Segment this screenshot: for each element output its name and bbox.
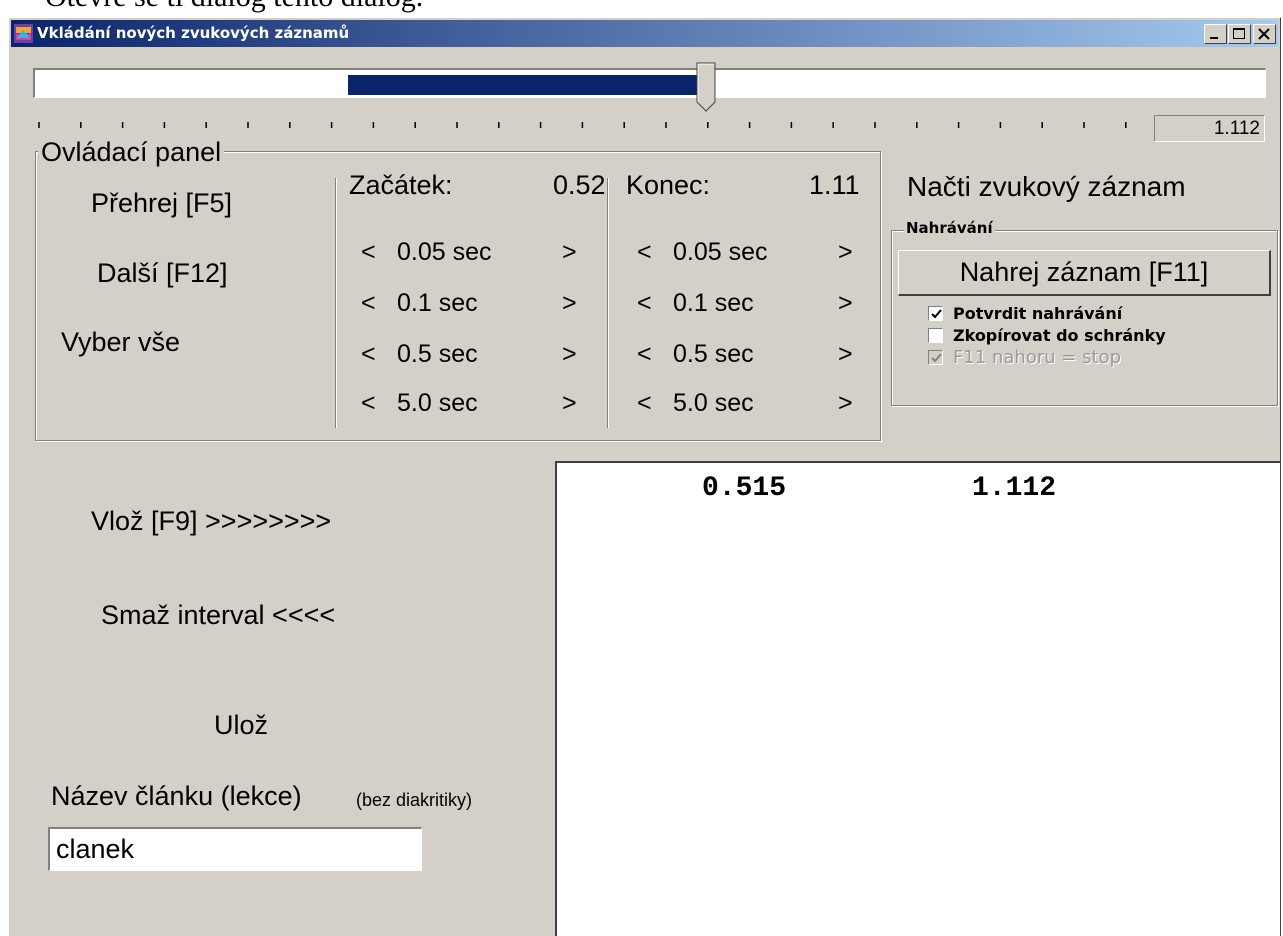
end-step-0.05-label: 0.05 sec [673,238,768,266]
intervals-output[interactable]: 0.515 1.112 [555,461,1280,936]
dialog-window: Vkládání nových zvukových záznamů 1.112 … [8,17,1281,936]
minimize-icon [1210,37,1218,39]
app-icon [14,24,33,43]
end-step-0.1-label: 0.1 sec [673,289,754,317]
checkbox-box[interactable] [928,328,943,343]
start-decrease-0.5[interactable]: < [361,340,376,369]
load-audio-button[interactable]: Načti zvukový záznam [907,171,1186,203]
end-decrease-0.05[interactable]: < [637,238,652,267]
start-value: 0.52 [553,170,606,200]
f11-up-stop-label: F11 nahoru = stop [953,347,1122,368]
panel-divider-right [607,178,609,428]
confirm-recording-label: Potvrdit nahrávání [953,304,1123,323]
checkmark-icon [931,309,942,319]
delete-interval-button[interactable]: Smaž interval <<<< [101,600,335,631]
start-step-0.5-label: 0.5 sec [397,340,478,368]
start-decrease-5.0[interactable]: < [361,389,376,418]
end-increase-0.05[interactable]: > [838,238,853,267]
article-name-input[interactable] [48,827,422,871]
end-value: 1.11 [809,170,860,200]
checkmark-icon [931,353,942,363]
audio-position-slider[interactable] [33,68,1266,98]
title-bar[interactable]: Vkládání nových zvukových záznamů [11,20,1278,47]
selected-interval [348,75,708,95]
record-button[interactable]: Nahrej záznam [F11] [898,250,1271,296]
maximize-button[interactable] [1228,24,1251,44]
next-button[interactable]: Další [F12] [97,258,228,289]
interval-start-value: 0.515 [702,473,787,504]
slider-thumb[interactable] [695,62,717,112]
copy-to-clipboard-label: Zkopírovat do schránky [953,326,1166,345]
start-increase-0.05[interactable]: > [562,238,577,267]
recording-legend: Nahrávání [904,219,995,237]
slider-ticks [38,122,1127,128]
checkbox-box [928,350,943,365]
article-name-label: Název článku (lekce) [51,781,302,811]
insert-button[interactable]: Vlož [F9] >>>>>>>> [91,506,331,537]
interval-end-value: 1.112 [972,473,1057,504]
start-label: Začátek: [349,170,453,200]
document-text: Otevře se ti dialog tento dialog. [45,0,423,14]
start-increase-0.1[interactable]: > [562,289,577,318]
maximize-icon [1233,28,1245,39]
end-label: Konec: [626,170,711,200]
end-increase-5.0[interactable]: > [838,389,853,418]
checkbox-box[interactable] [928,306,943,321]
article-name-hint: (bez diakritiky) [356,790,473,810]
start-step-0.1-label: 0.1 sec [397,289,478,317]
close-button[interactable] [1253,24,1276,44]
end-step-5.0-label: 5.0 sec [673,389,754,417]
start-step-5.0-label: 5.0 sec [397,389,478,417]
start-increase-0.5[interactable]: > [562,340,577,369]
start-step-0.05-label: 0.05 sec [397,238,492,266]
end-increase-0.5[interactable]: > [838,340,853,369]
close-icon [1258,28,1270,40]
start-decrease-0.1[interactable]: < [361,289,376,318]
current-time-readout: 1.112 [1154,115,1265,142]
start-increase-5.0[interactable]: > [562,389,577,418]
play-button[interactable]: Přehrej [F5] [91,188,232,219]
end-decrease-5.0[interactable]: < [637,389,652,418]
end-increase-0.1[interactable]: > [838,289,853,318]
end-step-0.5-label: 0.5 sec [673,340,754,368]
control-panel-legend: Ovládací panel [38,137,225,168]
end-decrease-0.1[interactable]: < [637,289,652,318]
minimize-button[interactable] [1204,24,1227,44]
select-all-button[interactable]: Vyber vše [61,327,180,358]
save-button[interactable]: Ulož [214,710,268,741]
end-decrease-0.5[interactable]: < [637,340,652,369]
start-decrease-0.05[interactable]: < [361,238,376,267]
panel-divider-left [335,178,337,428]
window-title: Vkládání nových zvukových záznamů [37,24,350,42]
